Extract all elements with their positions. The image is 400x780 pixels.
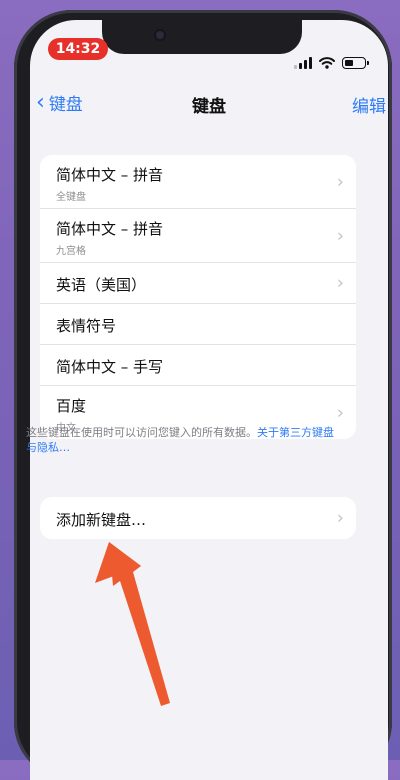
keyboard-name: 简体中文 – 拼音	[56, 166, 164, 184]
keyboards-list: 简体中文 – 拼音 全键盘 › 简体中文 – 拼音 九宫格 › 英语（美国） ›…	[40, 155, 356, 439]
keyboard-row[interactable]: 简体中文 – 拼音 全键盘 ›	[40, 155, 356, 209]
keyboard-row[interactable]: 简体中文 – 拼音 九宫格 ›	[40, 209, 356, 263]
status-time: 14:32	[48, 38, 108, 60]
cellular-signal-icon	[294, 57, 312, 69]
edit-button[interactable]: 编辑	[352, 92, 386, 117]
add-keyboard-group: 添加新键盘… ›	[40, 497, 356, 539]
keyboard-name: 英语（美国）	[56, 276, 147, 294]
footnote-text: 这些键盘在使用时可以访问您键入的所有数据。	[26, 426, 257, 439]
keyboard-row[interactable]: 简体中文 – 手写	[40, 345, 356, 386]
chevron-right-icon: ›	[336, 171, 344, 192]
chevron-right-icon: ›	[336, 272, 344, 294]
keyboard-subtitle: 九宫格	[56, 246, 86, 257]
page-title: 键盘	[192, 97, 226, 117]
chevron-right-icon: ›	[336, 507, 344, 529]
keyboard-name: 简体中文 – 手写	[56, 358, 164, 376]
chevron-right-icon: ›	[336, 402, 344, 423]
keyboard-row[interactable]: 表情符号	[40, 304, 356, 345]
wifi-icon	[319, 57, 335, 69]
keyboard-name: 百度	[56, 397, 87, 415]
keyboard-row[interactable]: 英语（美国） ›	[40, 263, 356, 304]
battery-icon	[342, 57, 369, 69]
camera-icon	[156, 31, 164, 39]
add-keyboard-label: 添加新键盘…	[56, 511, 147, 529]
keyboard-subtitle: 全键盘	[56, 192, 86, 203]
add-keyboard-button[interactable]: 添加新键盘… ›	[40, 497, 356, 539]
screen: 14:32 ‹ 键盘 键盘 编辑 简体中文 – 拼音 全键盘 › 简体中文 – …	[30, 20, 388, 780]
navigation-bar: ‹ 键盘 键盘 编辑	[30, 90, 388, 117]
keyboard-privacy-note: 这些键盘在使用时可以访问您键入的所有数据。关于第三方键盘与隐私…	[26, 425, 336, 455]
keyboard-name: 表情符号	[56, 317, 117, 335]
status-icons	[294, 56, 369, 70]
keyboard-name: 简体中文 – 拼音	[56, 220, 164, 238]
chevron-right-icon: ›	[336, 225, 344, 246]
notch	[102, 20, 302, 54]
